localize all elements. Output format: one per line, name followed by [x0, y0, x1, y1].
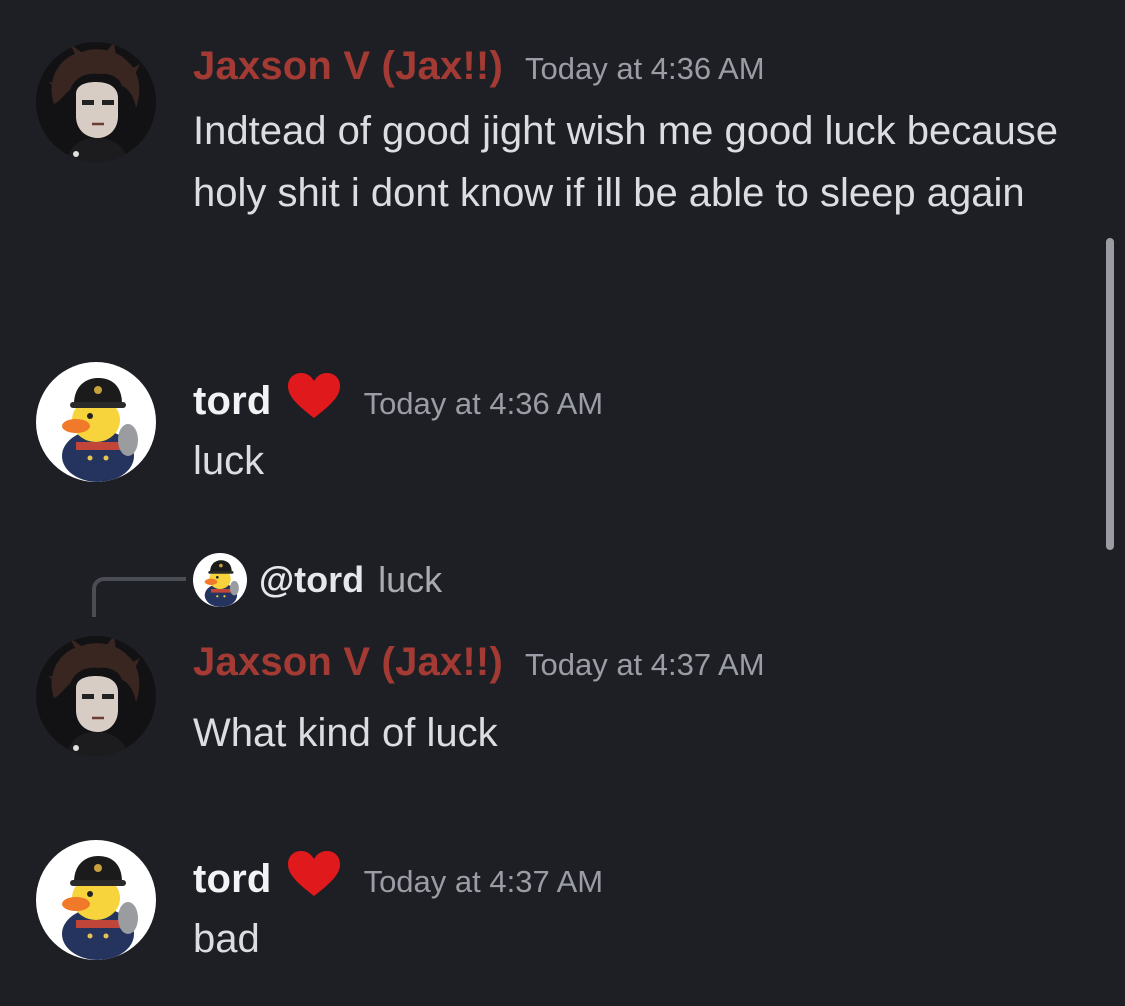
username-tord[interactable]: tord: [193, 379, 272, 424]
message-header: Jaxson V (Jax!!) Today at 4:37 AM: [193, 640, 765, 685]
message-content: What kind of luck: [193, 711, 498, 755]
duck-avatar[interactable]: [36, 840, 156, 960]
username-jax[interactable]: Jaxson V (Jax!!): [193, 44, 503, 89]
message-header: tord Today at 4:37 AM: [193, 844, 603, 902]
jax-avatar[interactable]: [36, 42, 156, 162]
message-content: luck: [193, 439, 265, 483]
heart-icon: [286, 850, 342, 898]
jax-avatar[interactable]: [36, 636, 156, 756]
reply-reference[interactable]: @tord luck: [193, 553, 442, 607]
timestamp: Today at 4:36 AM: [363, 386, 604, 421]
timestamp: Today at 4:37 AM: [524, 647, 765, 682]
message-header: tord Today at 4:36 AM: [193, 366, 603, 424]
scrollbar[interactable]: [1106, 238, 1114, 550]
reply-text: luck: [378, 559, 443, 600]
username-tord[interactable]: tord: [193, 857, 272, 902]
message-header: Jaxson V (Jax!!) Today at 4:36 AM: [193, 44, 765, 89]
timestamp: Today at 4:36 AM: [524, 51, 765, 86]
message-content: bad: [193, 917, 260, 961]
reply-mention[interactable]: @tord: [259, 559, 364, 601]
duck-avatar[interactable]: [36, 362, 156, 482]
heart-icon: [286, 372, 342, 420]
duck-avatar: [193, 553, 247, 607]
reply-spine: [92, 577, 186, 617]
username-jax[interactable]: Jaxson V (Jax!!): [193, 640, 503, 685]
timestamp: Today at 4:37 AM: [363, 864, 604, 899]
chat-log: Jaxson V (Jax!!) Today at 4:36 AM Indtea…: [0, 0, 1125, 1006]
message-content: Indtead of good jight wish me good luck …: [193, 109, 1059, 215]
